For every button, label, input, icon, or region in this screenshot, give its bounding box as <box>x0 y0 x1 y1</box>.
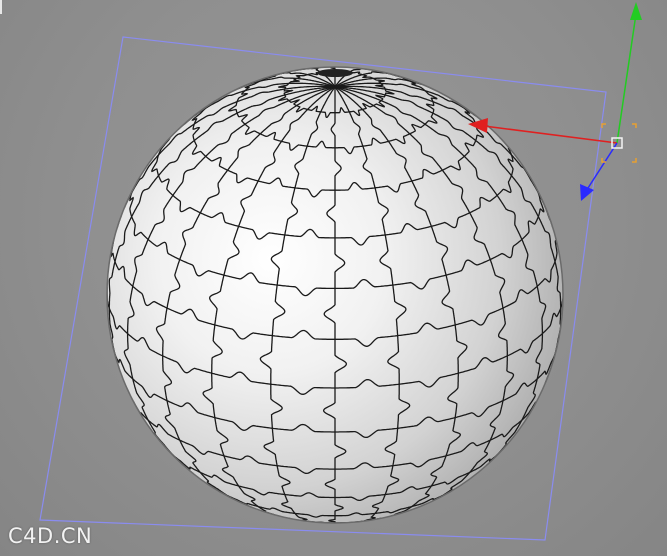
puzzle-sphere[interactable] <box>106 66 564 524</box>
viewport-canvas[interactable] <box>0 0 667 556</box>
3d-viewport[interactable]: C4D.CN <box>0 0 667 556</box>
sphere-pole <box>317 69 353 77</box>
move-arrow-y-icon[interactable] <box>630 2 642 20</box>
